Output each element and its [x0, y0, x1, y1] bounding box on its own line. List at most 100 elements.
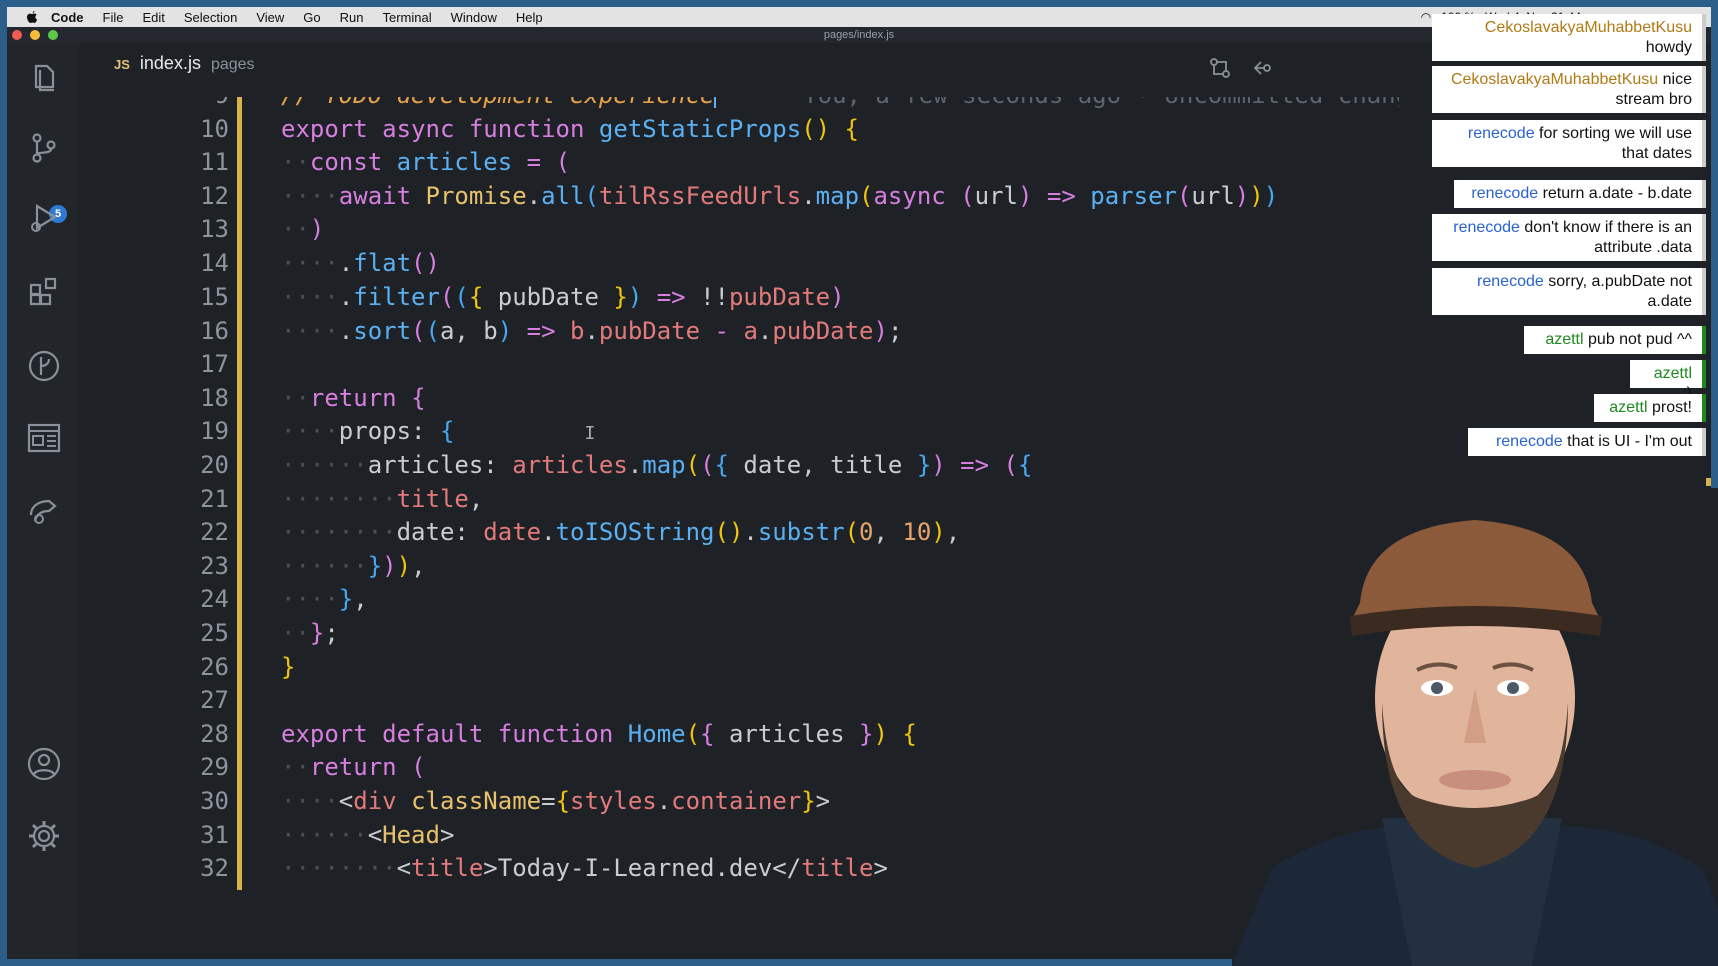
menu-view[interactable]: View [256, 10, 284, 25]
code-line: 19 ····props: { I [79, 417, 1399, 453]
chat-username: renecode [1453, 219, 1520, 236]
modified-marker [237, 97, 242, 117]
chat-text: for sorting we will use that dates [1539, 125, 1692, 162]
code-line: 10 export async function getStaticProps()… [79, 115, 1399, 151]
line-number: 26 [200, 653, 229, 681]
code-line: 25 ··}; [79, 619, 1399, 655]
tab-index-js[interactable]: JS index.js pages [114, 53, 255, 74]
run-debug-icon[interactable] [27, 201, 61, 235]
menu-edit[interactable]: Edit [142, 10, 164, 25]
tab-filename: index.js [139, 53, 201, 73]
code-line: 11 ··const articles = ( [79, 148, 1399, 184]
menu-selection[interactable]: Selection [184, 10, 237, 25]
code-line: 21 ········title, [79, 485, 1399, 521]
modified-marker [237, 249, 242, 285]
line-number: 11 [200, 148, 229, 176]
code-line: 14 ····.flat() [79, 249, 1399, 285]
line-number: 9 [139, 97, 229, 109]
menu-file[interactable]: File [103, 10, 124, 25]
line-number: 25 [200, 619, 229, 647]
account-icon[interactable] [27, 747, 61, 781]
line-number: 19 [200, 417, 229, 445]
code-line: 9//·TODO·development·experience You, a f… [79, 97, 1399, 117]
modified-marker [237, 518, 242, 554]
wifi-icon[interactable]: ◠ [1421, 10, 1431, 24]
code-line: 15 ····.filter(({ pubDate }) => !!pubDate… [79, 283, 1399, 319]
minimize-button[interactable] [30, 30, 40, 40]
code-line: 32 ········<title>Today-I-Learned.dev</ti… [79, 854, 1399, 890]
maximize-button[interactable] [48, 30, 58, 40]
menu-terminal[interactable]: Terminal [383, 10, 432, 25]
line-number: 16 [200, 317, 229, 345]
code-line: 18 ··return { [79, 384, 1399, 420]
chat-username: renecode [1477, 273, 1544, 290]
code-line: 13 ··) [79, 215, 1399, 251]
git-blame-annotation: You, a few seconds ago • Uncommitted cha… [803, 97, 1399, 109]
modified-marker [237, 854, 242, 890]
menu-app[interactable]: Code [51, 10, 84, 25]
chat-username: azettl [1609, 399, 1648, 416]
tab-directory: pages [210, 56, 255, 73]
modified-marker [237, 417, 242, 453]
line-number: 23 [200, 552, 229, 580]
open-changes-icon[interactable] [1209, 57, 1231, 79]
chat-text: prost! [1651, 399, 1692, 416]
modified-marker [237, 787, 242, 823]
chat-username: renecode [1467, 125, 1535, 142]
modified-marker [237, 485, 242, 521]
activity-bar: 5 [7, 43, 79, 959]
go-back-icon[interactable] [1251, 57, 1273, 79]
line-number: 18 [200, 384, 229, 412]
line-number: 30 [200, 787, 229, 815]
git-graph-icon[interactable] [27, 349, 61, 383]
apple-icon[interactable] [25, 10, 39, 24]
modified-marker [237, 148, 242, 184]
code-line: 30 ····<div className={styles.container}> [79, 787, 1399, 823]
menu-help[interactable]: Help [516, 10, 543, 25]
chat-username: renecode [1471, 185, 1539, 202]
code-line: 29 ··return ( [79, 753, 1399, 789]
chat-text: howdy [1645, 39, 1692, 56]
chat-message: azettl pub not pud ^^ [1524, 326, 1706, 354]
explorer-icon[interactable] [27, 61, 61, 95]
extensions-icon[interactable] [27, 275, 61, 309]
code-editor[interactable]: 9//·TODO·development·experience You, a f… [79, 97, 1399, 957]
menu-run[interactable]: Run [340, 10, 364, 25]
menu-window[interactable]: Window [451, 10, 497, 25]
chat-message: renecode for sorting we will use that da… [1432, 120, 1706, 167]
chat-text: that is UI - I'm out [1567, 433, 1692, 450]
settings-gear-icon[interactable] [27, 819, 61, 853]
code-line: 17 [79, 350, 1399, 386]
line-number: 20 [200, 451, 229, 479]
code-line: 22 ········date: date.toISOString().subst… [79, 518, 1399, 554]
chat-text: pub not pud ^^ [1588, 331, 1692, 348]
news-panel-icon[interactable] [27, 421, 61, 455]
modified-marker [237, 350, 242, 386]
chat-message: azettl prost! [1594, 394, 1706, 422]
code-line: 28 export default function Home({ article… [79, 720, 1399, 756]
menu-go[interactable]: Go [303, 10, 320, 25]
close-button[interactable] [12, 30, 22, 40]
modified-marker [237, 686, 242, 722]
code-line: 20 ······articles: articles.map(({ date, … [79, 451, 1399, 487]
source-control-icon[interactable] [27, 131, 61, 165]
chat-text: don't know if there is an attribute .dat… [1524, 219, 1692, 256]
chat-message: renecode that is UI - I'm out [1468, 428, 1706, 456]
code-line: 23 ······})), [79, 552, 1399, 588]
live-share-icon[interactable] [27, 493, 61, 527]
line-number: 10 [200, 115, 229, 143]
modified-marker [237, 215, 242, 251]
line-number: 29 [200, 753, 229, 781]
code-line: 27 [79, 686, 1399, 722]
line-number: 22 [200, 518, 229, 546]
line-number: 27 [200, 686, 229, 714]
modified-marker [237, 720, 242, 756]
chat-username: CekoslavakyaMuhabbetKusu [1450, 71, 1659, 88]
modified-marker [237, 451, 242, 487]
chat-username: renecode [1495, 433, 1563, 450]
chat-message: renecode sorry, a.pubDate not a.date [1432, 268, 1706, 315]
modified-marker [237, 182, 242, 218]
modified-marker [237, 552, 242, 588]
js-file-icon: JS [114, 57, 130, 72]
modified-marker [237, 283, 242, 319]
